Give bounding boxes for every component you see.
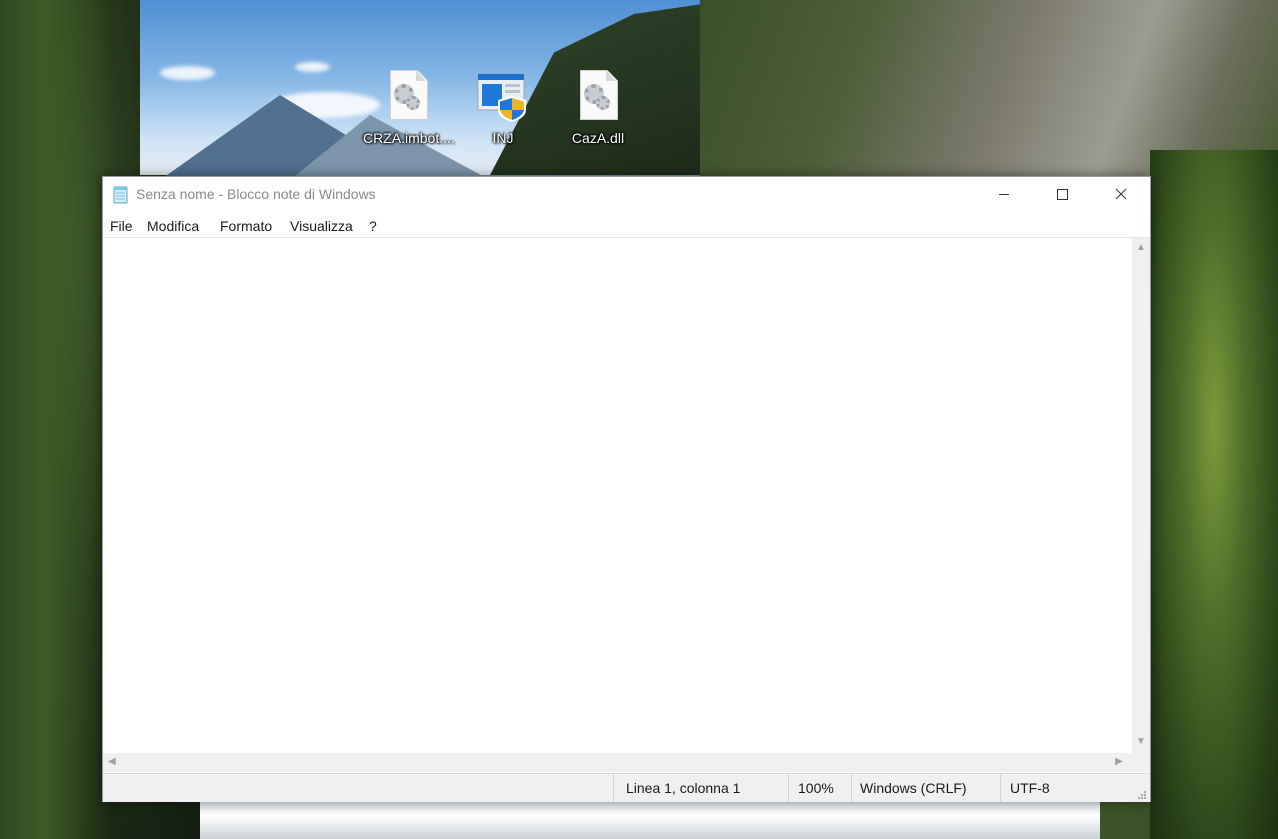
status-zoom: 100%: [788, 774, 851, 802]
desktop-icon-label: CazA.dll: [571, 130, 625, 146]
menu-bar: File Modifica Formato Visualizza ?: [103, 211, 1150, 238]
scroll-down-icon[interactable]: ▼: [1136, 737, 1146, 747]
menu-formato[interactable]: Formato: [220, 218, 272, 234]
installer-shield-icon: [477, 68, 526, 122]
desktop-icon-crza[interactable]: CRZA.imbot....: [363, 68, 455, 146]
horizontal-scrollbar[interactable]: ◀ ▶: [103, 753, 1132, 772]
notepad-window: Senza nome - Blocco note di Windows File…: [102, 176, 1151, 802]
menu-modifica[interactable]: Modifica: [147, 218, 199, 234]
resize-grip-icon[interactable]: [1137, 790, 1147, 800]
maximize-button[interactable]: [1033, 177, 1091, 211]
menu-file[interactable]: File: [110, 218, 133, 234]
desktop-icon-caza-dll[interactable]: CazA.dll: [553, 68, 643, 146]
desktop-icon-label: INJ: [492, 130, 514, 146]
settings-file-icon: [576, 68, 620, 122]
minimize-icon: [999, 194, 1009, 195]
menu-visualizza[interactable]: Visualizza: [290, 218, 353, 234]
status-encoding: UTF-8: [1000, 774, 1150, 802]
status-bar: Linea 1, colonna 1 100% Windows (CRLF) U…: [103, 773, 1150, 802]
close-icon: [1115, 188, 1127, 200]
desktop-icon-label: CRZA.imbot....: [363, 130, 455, 146]
window-title: Senza nome - Blocco note di Windows: [136, 186, 376, 202]
close-button[interactable]: [1091, 177, 1151, 211]
scroll-up-icon[interactable]: ▲: [1136, 243, 1146, 253]
title-bar[interactable]: Senza nome - Blocco note di Windows: [103, 177, 1150, 211]
desktop-icon-inj[interactable]: INJ: [458, 68, 548, 146]
scroll-right-icon[interactable]: ▶: [1115, 757, 1123, 767]
vertical-scrollbar[interactable]: ▲ ▼: [1132, 238, 1150, 753]
menu-help[interactable]: ?: [369, 218, 377, 234]
scrollbar-corner: [1132, 753, 1150, 772]
maximize-icon: [1057, 189, 1068, 200]
text-editor[interactable]: [103, 238, 1132, 753]
settings-file-icon: [386, 68, 430, 122]
status-cursor-position: Linea 1, colonna 1: [613, 774, 788, 802]
notepad-icon[interactable]: [112, 186, 128, 204]
status-line-ending: Windows (CRLF): [851, 774, 1000, 802]
scroll-left-icon[interactable]: ◀: [108, 757, 116, 767]
minimize-button[interactable]: [975, 177, 1033, 211]
